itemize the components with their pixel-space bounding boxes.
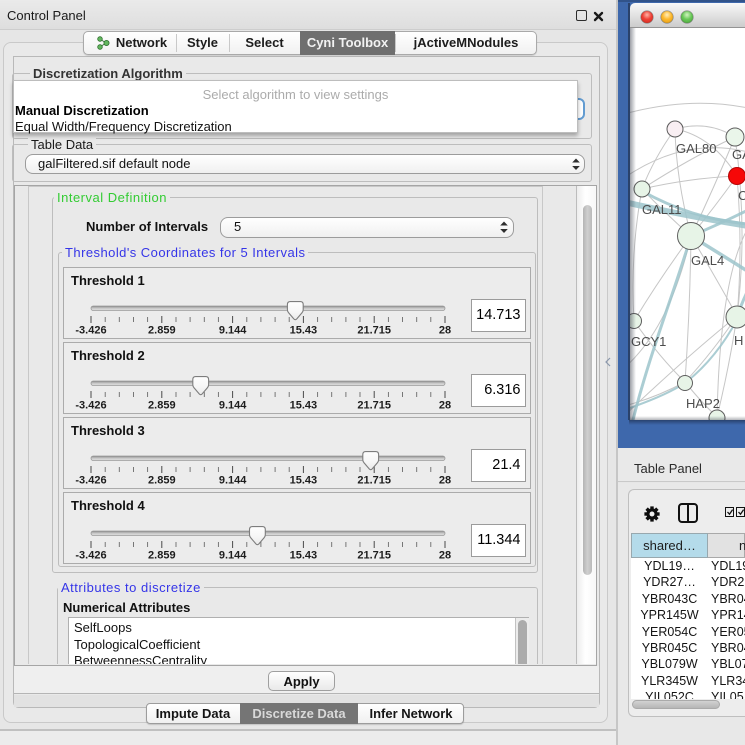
svg-text:21.715: 21.715 [357,550,391,562]
svg-text:H: H [734,333,743,348]
svg-text:GAL80: GAL80 [676,141,716,156]
svg-text:15.43: 15.43 [290,325,318,337]
svg-text:GCY1: GCY1 [631,334,666,349]
svg-text:21.715: 21.715 [357,325,391,337]
svg-text:28: 28 [439,550,451,562]
svg-text:28: 28 [439,475,451,487]
svg-text:-3.426: -3.426 [75,475,106,487]
svg-text:28: 28 [439,400,451,412]
svg-text:-3.426: -3.426 [75,325,106,337]
svg-text:2.859: 2.859 [148,475,176,487]
svg-text:GAL11: GAL11 [642,202,682,217]
svg-text:-3.426: -3.426 [75,400,106,412]
svg-text:HAP2: HAP2 [686,396,720,411]
svg-text:28: 28 [439,325,451,337]
svg-text:9.144: 9.144 [219,400,247,412]
svg-text:GAL4: GAL4 [691,253,724,268]
svg-text:15.43: 15.43 [290,550,318,562]
svg-text:GA: GA [732,147,745,162]
svg-text:2.859: 2.859 [148,550,176,562]
svg-text:9.144: 9.144 [219,475,247,487]
svg-text:21.715: 21.715 [357,400,391,412]
svg-text:C: C [738,188,745,203]
svg-text:15.43: 15.43 [290,475,318,487]
svg-text:9.144: 9.144 [219,550,247,562]
svg-text:15.43: 15.43 [290,400,318,412]
svg-text:21.715: 21.715 [357,475,391,487]
svg-text:-3.426: -3.426 [75,550,106,562]
svg-text:2.859: 2.859 [148,325,176,337]
svg-text:2.859: 2.859 [148,400,176,412]
svg-text:9.144: 9.144 [219,325,247,337]
